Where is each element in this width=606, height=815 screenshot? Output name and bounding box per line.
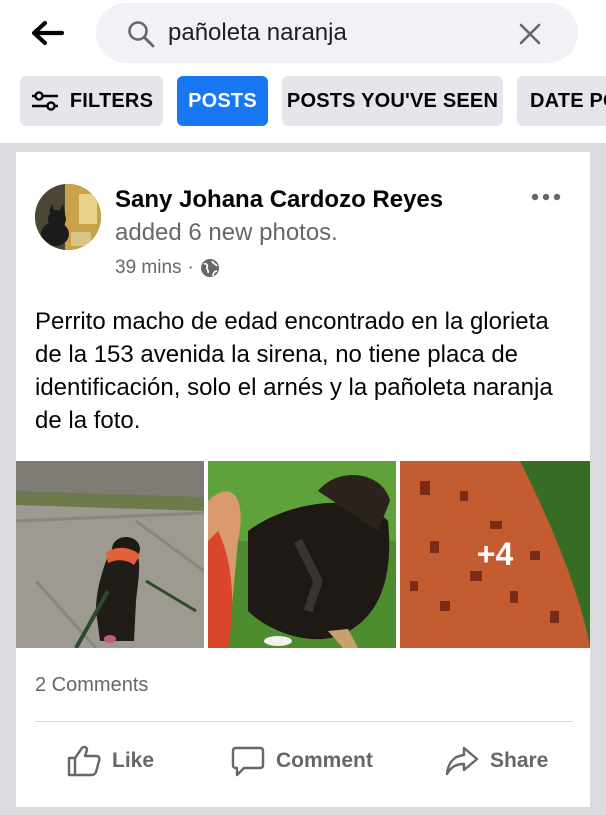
post-action: added 6 new photos. [115,219,338,246]
share-button[interactable]: Share [444,738,548,784]
post-card: Sany Johana Cardozo Reyes added 6 new ph… [16,152,590,807]
post-author[interactable]: Sany Johana Cardozo Reyes [115,186,443,214]
posts-label: POSTS [188,89,257,112]
date-posted-label: DATE POSTED [530,89,606,112]
sliders-icon [31,91,58,111]
search-bar[interactable] [96,3,578,63]
tab-posts-youve-seen[interactable]: POSTS YOU'VE SEEN [282,76,503,126]
comments-count[interactable]: 2 Comments [35,674,148,697]
share-icon [445,746,479,776]
posts-seen-label: POSTS YOU'VE SEEN [286,89,499,112]
filter-chips: FILTERS POSTS POSTS YOU'VE SEEN DATE POS… [0,76,606,128]
comment-icon [231,746,265,777]
filters-chip[interactable]: FILTERS [20,76,163,126]
back-arrow-icon[interactable] [30,18,64,48]
like-label: Like [112,749,155,772]
more-options-icon[interactable] [530,190,562,204]
post-photo-1[interactable] [16,461,204,648]
divider [35,721,573,722]
post-meta: 39 mins · [115,257,220,279]
search-icon [128,21,155,48]
top-bar [0,0,606,68]
more-photos-overlay[interactable]: +4 [400,461,590,648]
comment-button[interactable]: Comment [230,738,373,784]
avatar-image [35,184,101,250]
tab-date-posted[interactable]: DATE POSTED [517,76,606,126]
share-label: Share [490,749,549,772]
post-actions: Like Comment Share [16,738,590,784]
post-text: Perrito macho de edad encontrado en la g… [35,308,553,434]
tab-posts[interactable]: POSTS [177,76,268,126]
close-icon[interactable] [516,20,544,48]
photo-grid: +4 [16,461,590,648]
post-photo-3[interactable]: +4 [400,461,590,648]
thumbs-up-icon [67,745,101,777]
comment-label: Comment [276,749,373,772]
search-input[interactable] [168,16,498,50]
meta-separator: · [187,257,194,278]
avatar[interactable] [35,184,101,250]
post-photo-2[interactable] [208,461,396,648]
like-button[interactable]: Like [66,738,154,784]
globe-icon [200,259,219,277]
filters-label: FILTERS [69,89,154,112]
post-time[interactable]: 39 mins [115,257,182,279]
